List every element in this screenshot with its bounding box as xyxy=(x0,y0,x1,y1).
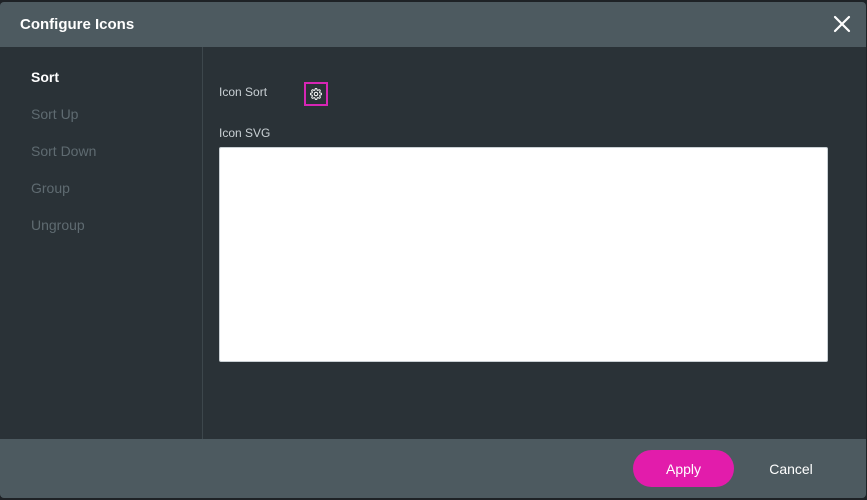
gear-icon xyxy=(310,88,322,100)
cancel-button[interactable]: Cancel xyxy=(752,450,830,487)
sidebar-item-group[interactable]: Group xyxy=(31,180,70,196)
sidebar-item-sort-down[interactable]: Sort Down xyxy=(31,143,96,159)
close-button[interactable] xyxy=(832,14,852,34)
dialog-title: Configure Icons xyxy=(20,16,135,33)
close-icon xyxy=(833,15,851,33)
dialog-header: Configure Icons xyxy=(0,2,866,47)
sidebar-item-sort-up[interactable]: Sort Up xyxy=(31,106,78,122)
icon-sort-button[interactable] xyxy=(304,82,328,106)
configure-icons-dialog: Configure Icons Sort Sort Up Sort Down G… xyxy=(0,2,866,498)
content-panel: Icon Sort Icon SVG xyxy=(204,47,866,439)
sidebar: Sort Sort Up Sort Down Group Ungroup xyxy=(0,47,203,439)
sidebar-item-ungroup[interactable]: Ungroup xyxy=(31,217,85,233)
icon-svg-label: Icon SVG xyxy=(219,126,271,140)
dialog-footer: Apply Cancel xyxy=(0,439,866,498)
sidebar-item-sort[interactable]: Sort xyxy=(31,69,59,85)
apply-button[interactable]: Apply xyxy=(633,450,734,487)
icon-sort-label: Icon Sort xyxy=(219,85,268,99)
icon-svg-textarea[interactable] xyxy=(219,147,828,362)
